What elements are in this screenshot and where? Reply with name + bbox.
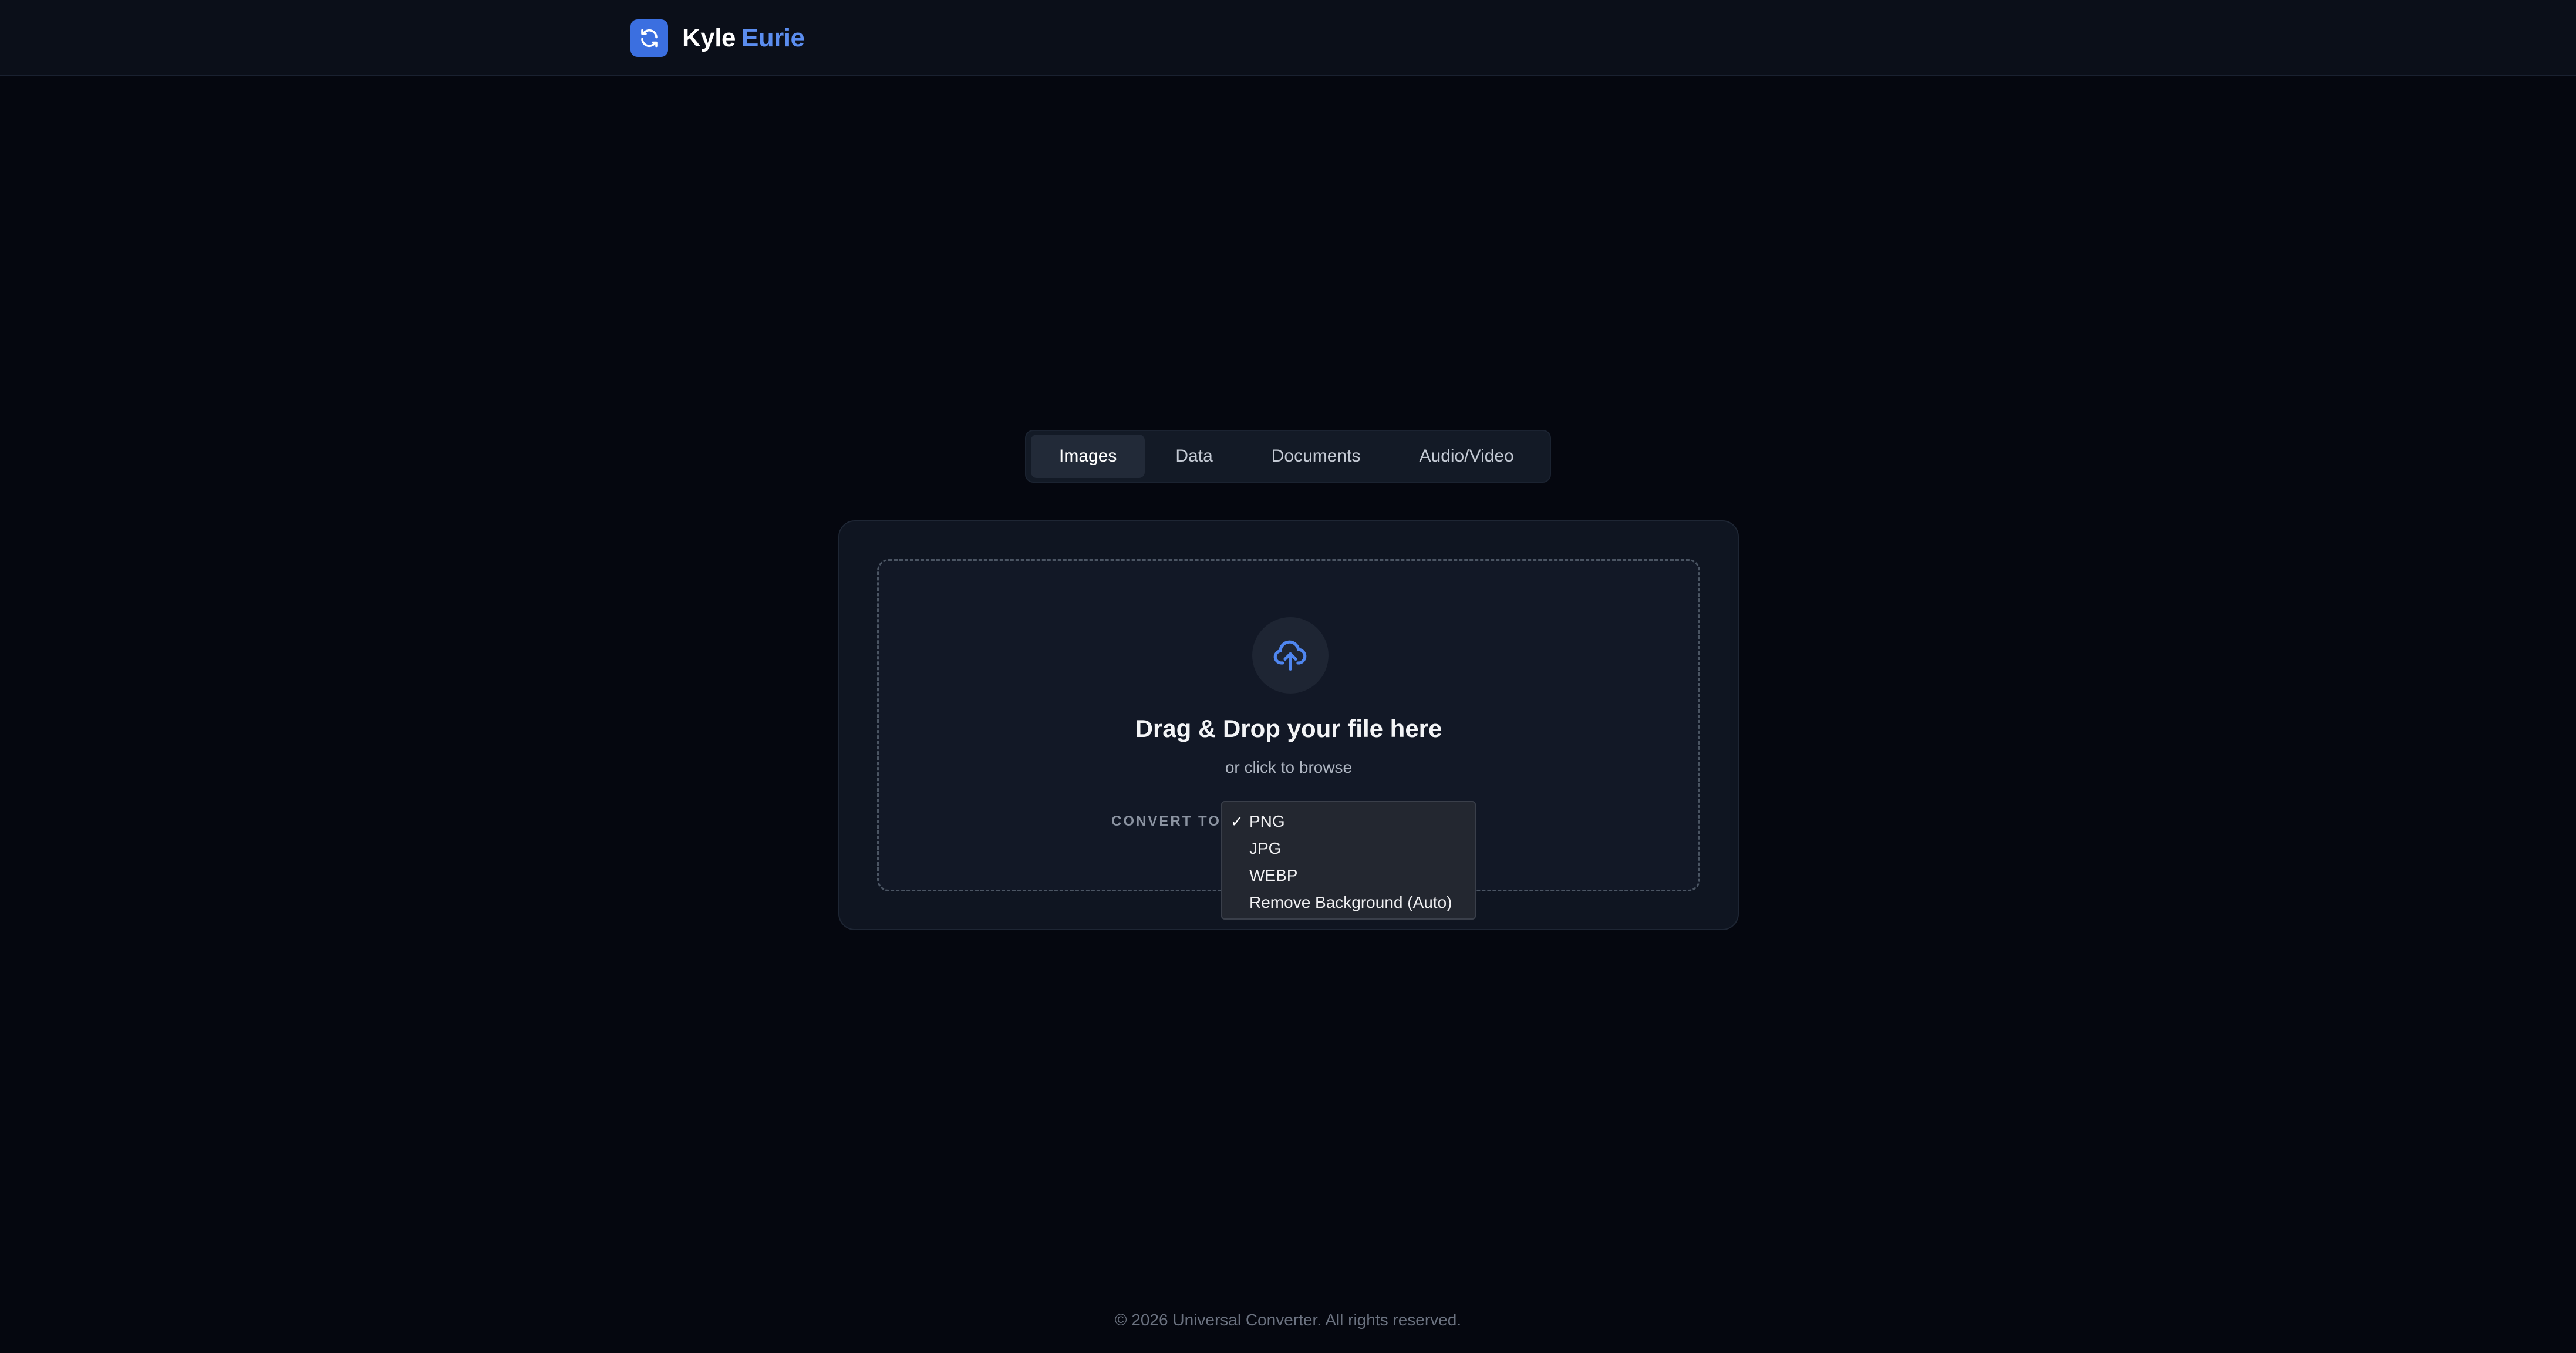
tab-data[interactable]: Data (1147, 435, 1240, 478)
checkmark-icon: ✓ (1230, 813, 1243, 830)
brand-logo[interactable]: Kyle Eurie (630, 19, 805, 57)
format-option-webp[interactable]: WEBP (1222, 862, 1475, 889)
format-option-label: PNG (1249, 812, 1285, 830)
dropzone-title: Drag & Drop your file here (1135, 715, 1442, 742)
format-option-remove-background[interactable]: Remove Background (Auto) (1222, 889, 1475, 916)
format-option-label: JPG (1249, 839, 1282, 857)
category-tabs: Images Data Documents Audio/Video (1025, 430, 1551, 483)
refresh-icon (630, 19, 668, 57)
brand-name: Kyle Eurie (682, 19, 805, 57)
tab-documents[interactable]: Documents (1243, 435, 1389, 478)
format-dropdown-menu: ✓ PNG JPG WEBP Remove Background (Auto) (1221, 801, 1476, 920)
format-option-label: Remove Background (Auto) (1249, 893, 1452, 911)
format-option-png[interactable]: ✓ PNG (1222, 808, 1475, 835)
format-option-label: WEBP (1249, 866, 1298, 884)
top-navbar: Kyle Eurie (0, 0, 2576, 76)
dropzone-subtitle: or click to browse (1225, 758, 1353, 776)
tab-audio-video[interactable]: Audio/Video (1391, 435, 1542, 478)
format-option-jpg[interactable]: JPG (1222, 835, 1475, 862)
tab-images[interactable]: Images (1031, 435, 1145, 478)
brand-first-name: Kyle (682, 23, 736, 52)
cloud-upload-icon (1252, 617, 1329, 694)
brand-last-name: Eurie (741, 23, 805, 52)
convert-to-label: CONVERT TO: (1111, 813, 1228, 829)
footer-copyright: © 2026 Universal Converter. All rights r… (1114, 1311, 1462, 1329)
